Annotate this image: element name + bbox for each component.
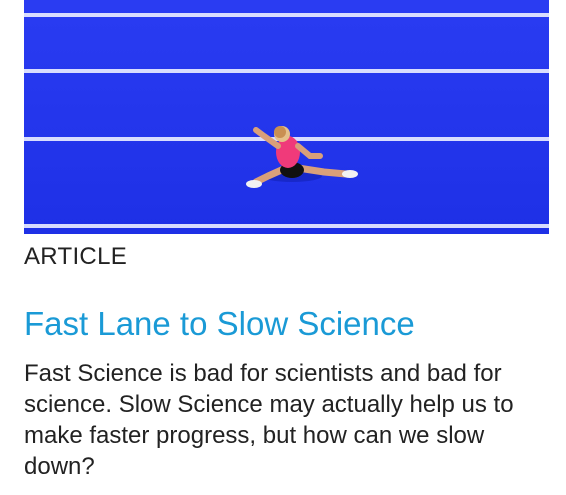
article-title-link[interactable]: Fast Lane to Slow Science: [24, 302, 415, 346]
article-summary: Fast Science is bad for scientists and b…: [24, 360, 514, 480]
lane-line: [24, 224, 549, 228]
lane-line: [24, 69, 549, 73]
track-surface: [24, 0, 549, 234]
article-card: ARTICLE Fast Lane to Slow Science Fast S…: [0, 0, 566, 495]
article-hero-image[interactable]: [24, 0, 549, 234]
lane-line: [24, 13, 549, 17]
article-category-label: ARTICLE: [24, 243, 128, 270]
